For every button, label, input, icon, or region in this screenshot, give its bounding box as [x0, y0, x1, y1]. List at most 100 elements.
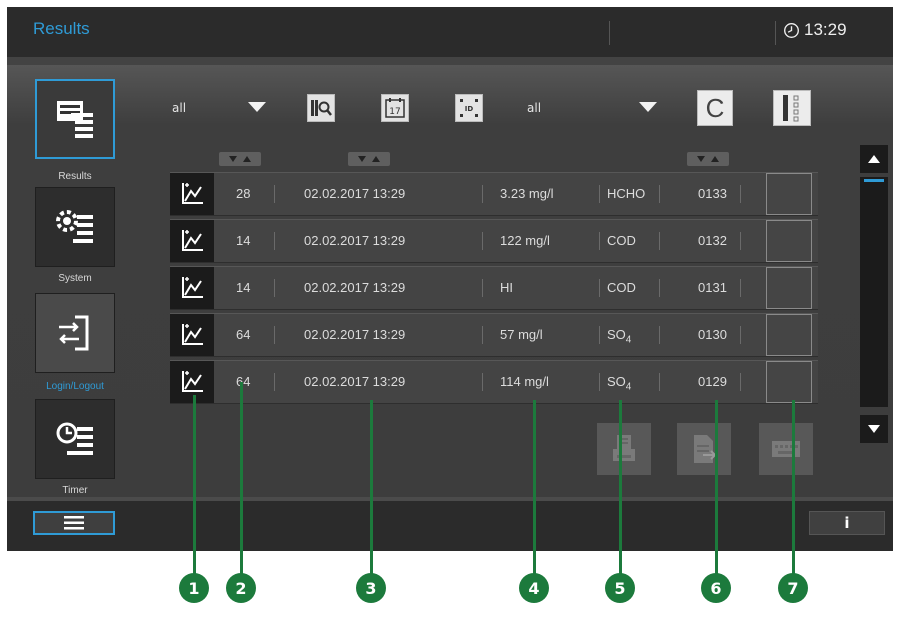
- column-divider: [599, 279, 600, 297]
- export-document-icon: [694, 435, 717, 463]
- menu-button[interactable]: [33, 511, 115, 535]
- chevron-down-icon[interactable]: [248, 102, 266, 112]
- scroll-down-button[interactable]: [860, 415, 888, 443]
- calendar-filter-button[interactable]: 17: [381, 94, 409, 122]
- callout-line: [619, 400, 622, 588]
- column-divider: [740, 185, 741, 203]
- column-divider: [274, 279, 275, 297]
- row-number: 28: [236, 186, 250, 201]
- table-row[interactable]: 14 02.02.2017 13:29 HI COD 0131: [170, 266, 818, 310]
- row-select-checkbox[interactable]: [766, 314, 812, 356]
- row-id-text: 0132: [698, 233, 727, 248]
- arrow-down-icon: [868, 425, 880, 433]
- clock-time: 13:29: [804, 20, 847, 39]
- sort-desc-icon: [229, 156, 237, 162]
- graph-button[interactable]: [170, 267, 214, 309]
- table-row[interactable]: 28 02.02.2017 13:29 3.23 mg/l HCHO 0133: [170, 172, 818, 216]
- row-number-text: 14: [236, 233, 251, 248]
- row-datetime-text: 02.02.2017 13:29: [304, 233, 406, 248]
- row-value: 122 mg/l: [500, 233, 550, 248]
- sort-desc-icon: [358, 156, 366, 162]
- keyboard-button[interactable]: [759, 423, 813, 475]
- column-divider: [274, 373, 275, 391]
- id-filter-button[interactable]: ID: [455, 94, 483, 122]
- search-sample-button[interactable]: [307, 94, 335, 122]
- column-divider: [599, 185, 600, 203]
- sidebar-item-timer[interactable]: [35, 399, 115, 479]
- page-title: Results: [33, 19, 90, 38]
- table-row[interactable]: 64 02.02.2017 13:29 114 mg/l SO4 0129: [170, 360, 818, 404]
- column-divider: [482, 185, 483, 203]
- arrow-up-icon: [868, 155, 880, 163]
- row-datetime: 02.02.2017 13:29: [304, 280, 405, 295]
- column-divider: [599, 326, 600, 344]
- callout-line: [193, 395, 196, 588]
- row-parameter-text: SO: [607, 374, 626, 389]
- graph-button[interactable]: [170, 361, 214, 403]
- row-datetime-text: 02.02.2017 13:29: [304, 186, 406, 201]
- row-value-text: 3.23 mg/l: [500, 186, 554, 201]
- scrollbar-track[interactable]: [860, 177, 888, 407]
- column-divider: [482, 279, 483, 297]
- row-value-text: 57 mg/l: [500, 327, 543, 342]
- sidebar-item-system[interactable]: [35, 187, 115, 267]
- row-value-text: 114 mg/l: [500, 374, 549, 389]
- filter-dropdown-value[interactable]: all: [172, 101, 186, 115]
- row-select-checkbox[interactable]: [766, 361, 812, 403]
- results-list-icon: [57, 101, 93, 138]
- column-divider: [274, 185, 275, 203]
- sort-button-id[interactable]: [687, 152, 729, 166]
- bottom-bar: i: [7, 497, 893, 551]
- export-button[interactable]: [677, 423, 731, 475]
- scroll-up-button[interactable]: [860, 145, 888, 173]
- sort-button-date[interactable]: [348, 152, 390, 166]
- graph-icon: [182, 371, 203, 392]
- column-divider: [740, 373, 741, 391]
- graph-button[interactable]: [170, 220, 214, 262]
- callout-line: [240, 382, 243, 588]
- filter-dropdown-value[interactable]: all: [527, 101, 541, 115]
- column-divider: [659, 185, 660, 203]
- row-parameter-text: COD: [607, 233, 636, 248]
- sidebar-item-results[interactable]: [35, 79, 115, 159]
- clear-filter-button[interactable]: C: [697, 90, 733, 126]
- graph-icon: [182, 277, 203, 298]
- column-select-button[interactable]: [773, 90, 811, 126]
- table-row[interactable]: 14 02.02.2017 13:29 122 mg/l COD 0132: [170, 219, 818, 263]
- sort-asc-icon: [711, 156, 719, 162]
- row-select-checkbox[interactable]: [766, 173, 812, 215]
- scrollbar-thumb[interactable]: [864, 179, 884, 182]
- info-button[interactable]: i: [809, 511, 885, 535]
- row-parameter-text: SO: [607, 327, 626, 342]
- column-divider: [274, 326, 275, 344]
- graph-icon: [182, 324, 203, 345]
- row-parameter-subscript: 4: [625, 334, 632, 346]
- row-select-checkbox[interactable]: [766, 267, 812, 309]
- table-row[interactable]: 64 02.02.2017 13:29 57 mg/l SO4 0130: [170, 313, 818, 357]
- keyboard-icon: [772, 441, 800, 457]
- sort-button-number[interactable]: [219, 152, 261, 166]
- row-datetime: 02.02.2017 13:29: [304, 374, 405, 389]
- row-datetime: 02.02.2017 13:29: [304, 233, 405, 248]
- chevron-down-icon[interactable]: [639, 102, 657, 112]
- row-id-text: 0133: [698, 186, 727, 201]
- column-divider: [659, 373, 660, 391]
- device-screen: Results 13:29 Results System Login/Logou…: [7, 7, 893, 551]
- sort-desc-icon: [697, 156, 705, 162]
- column-divider: [659, 279, 660, 297]
- row-value-text: HI: [500, 280, 513, 295]
- sidebar-item-label: Timer: [62, 485, 88, 496]
- row-select-checkbox[interactable]: [766, 220, 812, 262]
- callout-marker: 1: [179, 573, 209, 603]
- row-number-text: 64: [236, 327, 251, 342]
- callout-marker: 2: [226, 573, 256, 603]
- sidebar-item-label: Login/Logout: [46, 381, 104, 392]
- graph-button[interactable]: [170, 314, 214, 356]
- sidebar-item-label: System: [58, 273, 92, 284]
- print-button[interactable]: [597, 423, 651, 475]
- graph-button[interactable]: [170, 173, 214, 215]
- row-datetime-text: 02.02.2017 13:29: [304, 374, 406, 389]
- sidebar-item-login-logout[interactable]: [35, 293, 115, 373]
- row-value: 3.23 mg/l: [500, 186, 553, 201]
- row-datetime-text: 02.02.2017 13:29: [304, 280, 406, 295]
